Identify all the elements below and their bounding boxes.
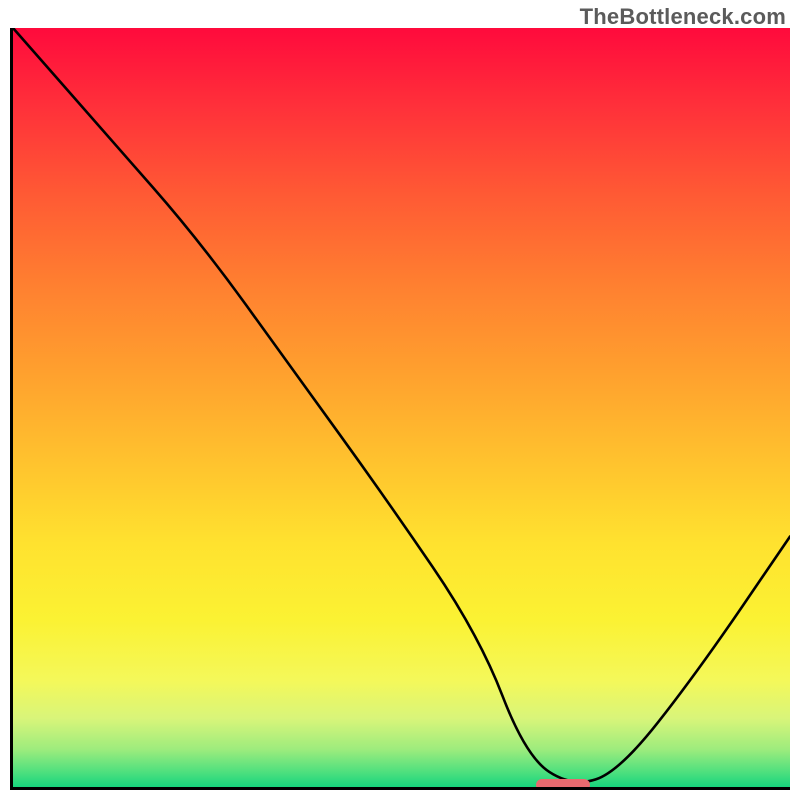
plot-area bbox=[10, 28, 790, 790]
bottleneck-curve bbox=[13, 28, 790, 787]
watermark-text: TheBottleneck.com bbox=[580, 4, 786, 30]
optimum-marker bbox=[536, 779, 591, 790]
curve-path bbox=[13, 28, 790, 782]
